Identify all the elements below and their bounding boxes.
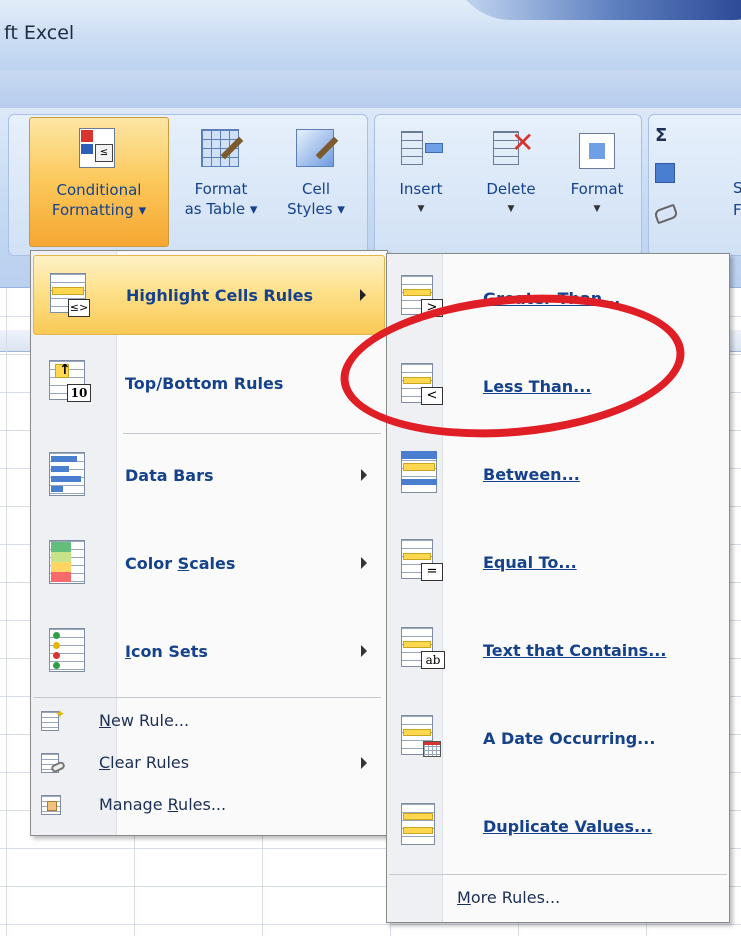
editing-group: Σ S F [648,114,741,256]
text-contains-icon: ab [399,625,449,675]
menu-item-manage-rules[interactable]: Manage Rules... [33,787,385,825]
conditional-formatting-label-2: Formatting ▾ [51,201,147,219]
delete-button[interactable]: ✕ Delete ▼ [471,117,551,247]
insert-cells-icon [397,125,445,173]
color-scales-label: Color Scales [125,553,236,573]
cell-styles-icon [292,125,340,173]
delete-cells-icon: ✕ [487,125,535,173]
title-bar-decoration [451,0,741,20]
between-label: Between... [483,464,580,484]
format-as-table-label-2: as Table ▾ [184,200,258,218]
format-button[interactable]: Format ▼ [557,117,637,247]
equal-to-label: Equal To... [483,552,577,572]
clear-rules-label: Clear Rules [99,753,190,772]
highlight-cells-rules-label: Highlight Cells Rules [126,285,313,305]
cell-styles-label-2: Styles ▾ [287,200,345,218]
styles-group: ≤ Conditional Formatting ▾ Format as Tab… [8,114,368,256]
submenu-item-between[interactable]: Between... [389,434,727,514]
submenu-item-more-rules[interactable]: More Rules... [389,880,727,918]
cell-styles-button[interactable]: Cell Styles ▾ [271,117,361,247]
more-rules-label: More Rules... [457,888,561,907]
duplicate-values-icon [399,801,449,851]
submenu-arrow-icon [361,645,367,657]
manage-rules-icon [41,793,65,817]
submenu-separator [389,874,727,875]
top-bottom-rules-icon: ↑ 10 [45,358,95,408]
top-bottom-rules-label: Top/Bottom Rules [125,373,284,393]
menu-item-highlight-cells-rules[interactable]: ≤> Highlight Cells Rules [33,255,385,335]
format-as-table-button[interactable]: Format as Table ▾ [177,117,265,247]
submenu-arrow-icon [361,469,367,481]
submenu-arrow-icon [361,757,367,769]
menu-item-clear-rules[interactable]: Clear Rules [33,745,385,783]
format-as-table-label-1: Format [194,180,248,198]
new-rule-icon: ✦ [41,707,65,733]
menu-item-new-rule[interactable]: ✦ New Rule... [33,703,385,741]
submenu-arrow-icon [361,557,367,569]
manage-rules-label: Manage Rules... [99,795,227,814]
clear-rules-icon [41,751,67,775]
cell-styles-label-1: Cell [301,180,331,198]
window-title: ft Excel [4,22,75,44]
menu-item-top-bottom-rules[interactable]: ↑ 10 Top/Bottom Rules [33,343,385,423]
data-bars-label: Data Bars [125,465,214,485]
menu-separator [123,433,381,434]
delete-label: Delete [486,180,536,198]
menu-item-data-bars[interactable]: Data Bars [33,435,385,515]
conditional-formatting-menu: ≤> Highlight Cells Rules ↑ 10 Top/Bottom… [30,250,388,836]
equal-to-icon: = [399,537,449,587]
clear-eraser-icon[interactable] [653,203,679,225]
format-cells-icon [573,125,621,173]
new-rule-label: New Rule... [99,711,190,730]
date-occurring-label: A Date Occurring... [483,728,656,748]
insert-dropdown-arrow: ▼ [417,204,425,214]
format-label: Format [570,180,624,198]
submenu-item-equal-to[interactable]: = Equal To... [389,522,727,602]
submenu-arrow-icon [360,289,366,301]
excel-window: ft Excel ≤ Conditional Formatting ▾ Form… [0,0,741,936]
date-occurring-icon [399,713,449,763]
submenu-item-text-contains[interactable]: ab Text that Contains... [389,610,727,690]
menu-item-icon-sets[interactable]: Icon Sets [33,611,385,691]
menu-item-color-scales[interactable]: Color Scales [33,523,385,603]
conditional-formatting-button[interactable]: ≤ Conditional Formatting ▾ [29,117,169,247]
data-bars-icon [45,450,95,500]
icon-sets-label: Icon Sets [125,641,208,661]
delete-dropdown-arrow: ▼ [507,204,515,214]
conditional-formatting-label-1: Conditional [56,181,142,199]
format-dropdown-arrow: ▼ [593,204,601,214]
sort-filter-fragment: S [733,179,741,197]
insert-label: Insert [399,180,443,198]
menu-separator [33,697,381,698]
icon-sets-icon [45,626,95,676]
fill-icon[interactable] [655,163,675,183]
insert-button[interactable]: Insert ▼ [383,117,459,247]
color-scales-icon [45,538,95,588]
ribbon-tabs-bar [0,70,741,108]
cells-group: Insert ▼ ✕ Delete ▼ Format ▼ [374,114,642,256]
title-bar: ft Excel [0,0,741,70]
submenu-item-date-occurring[interactable]: A Date Occurring... [389,698,727,778]
autosum-icon[interactable]: Σ [655,125,667,146]
duplicate-values-label: Duplicate Values... [483,816,653,836]
conditional-formatting-icon: ≤ [75,126,123,174]
format-as-table-icon [197,125,245,173]
find-select-fragment: F [733,201,741,219]
text-contains-label: Text that Contains... [483,640,667,660]
submenu-item-duplicate-values[interactable]: Duplicate Values... [389,786,727,866]
between-icon [399,449,449,499]
highlight-cells-rules-icon: ≤> [46,271,96,321]
